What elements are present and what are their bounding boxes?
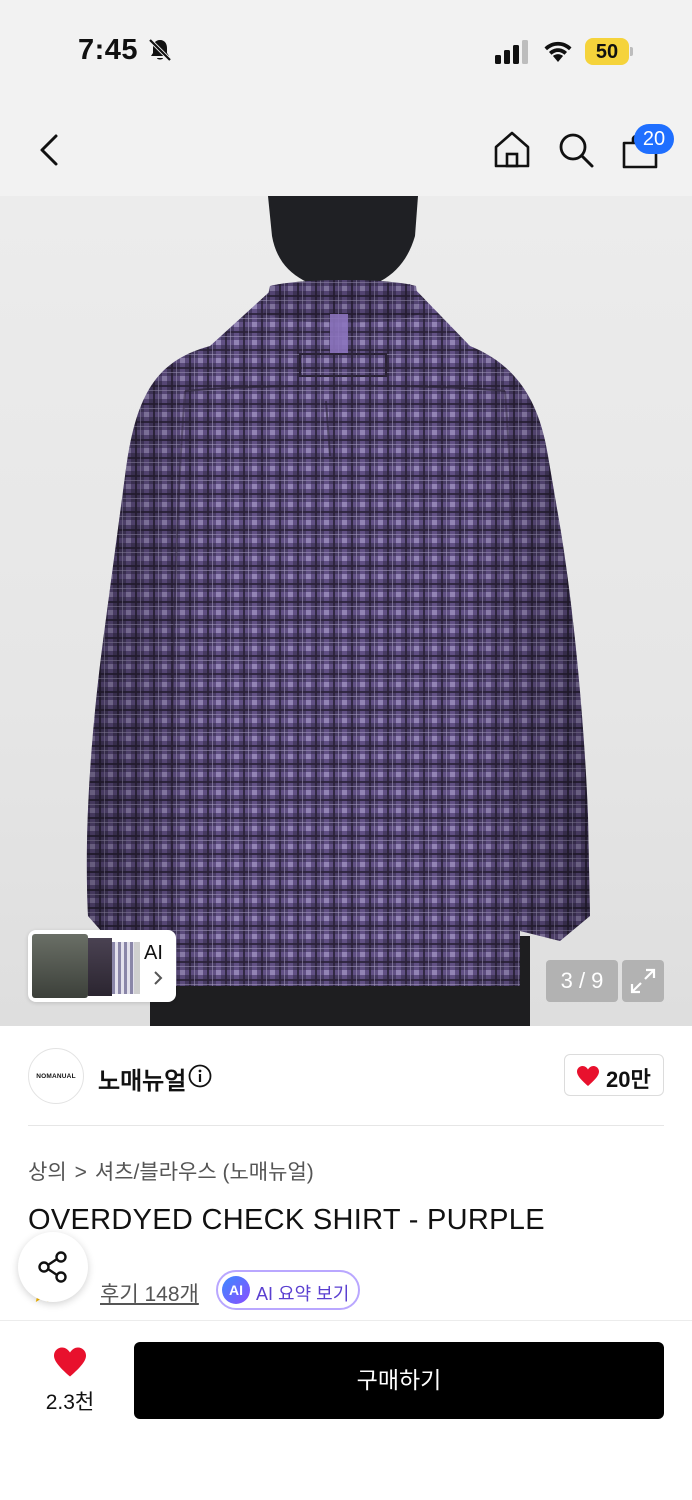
home-icon[interactable] (490, 128, 534, 172)
thumbnail-image (88, 938, 112, 996)
review-count-link[interactable]: 후기 148개 (100, 1278, 199, 1308)
ai-styling-thumbnail[interactable]: AI (28, 930, 176, 1002)
ai-label: AI (144, 942, 163, 964)
breadcrumb-subcategory[interactable]: 셔츠/블라우스 (노매뉴얼) (95, 1161, 314, 1184)
wishlist-count: 2.3천 (45, 1391, 95, 1414)
share-button[interactable] (18, 1232, 88, 1302)
breadcrumb: 상의 > 셔츠/블라우스 (노매뉴얼) (28, 1156, 314, 1186)
expand-icon (630, 968, 656, 994)
heart-icon (577, 1066, 599, 1086)
ai-summary-button[interactable]: AI AI 요약 보기 (216, 1270, 360, 1310)
cellular-signal-icon (495, 40, 528, 64)
ai-summary-label: AI 요약 보기 (256, 1284, 350, 1304)
back-arrow-icon[interactable] (30, 130, 70, 170)
search-icon[interactable] (554, 128, 598, 172)
breadcrumb-separator: > (74, 1161, 87, 1184)
share-icon (38, 1251, 67, 1283)
battery-indicator: 50 (585, 38, 633, 65)
thumbnail-image (32, 934, 88, 998)
top-nav-bar (0, 100, 692, 196)
product-image-gallery[interactable] (0, 196, 692, 1026)
breadcrumb-category[interactable]: 상의 (28, 1161, 67, 1184)
brand-logo[interactable]: NOMANUAL (28, 1048, 84, 1104)
product-photo (86, 196, 591, 1026)
expand-image-button[interactable] (622, 960, 664, 1002)
info-icon[interactable] (188, 1064, 212, 1088)
divider (28, 1125, 664, 1126)
status-bar: 7:45 50 (0, 0, 692, 100)
battery-level: 50 (595, 41, 619, 63)
thumbnail-image (112, 942, 134, 994)
bell-slash-icon (148, 38, 172, 62)
brand-like-count: 20만 (606, 1067, 651, 1092)
cart-count-badge: 20 (634, 124, 674, 154)
status-time: 7:45 (78, 34, 139, 66)
brand-name[interactable]: 노매뉴얼 (98, 1061, 186, 1096)
wifi-icon (544, 41, 572, 62)
ai-badge-icon: AI (222, 1276, 250, 1304)
buy-button[interactable]: 구매하기 (134, 1342, 664, 1419)
chevron-right-icon (154, 971, 163, 985)
thumbnail-image (134, 942, 140, 994)
product-title: OVERDYED CHECK SHIRT - PURPLE (28, 1204, 545, 1236)
image-page-counter: 3 / 9 (546, 960, 618, 1002)
wishlist-heart-icon[interactable] (52, 1346, 88, 1378)
